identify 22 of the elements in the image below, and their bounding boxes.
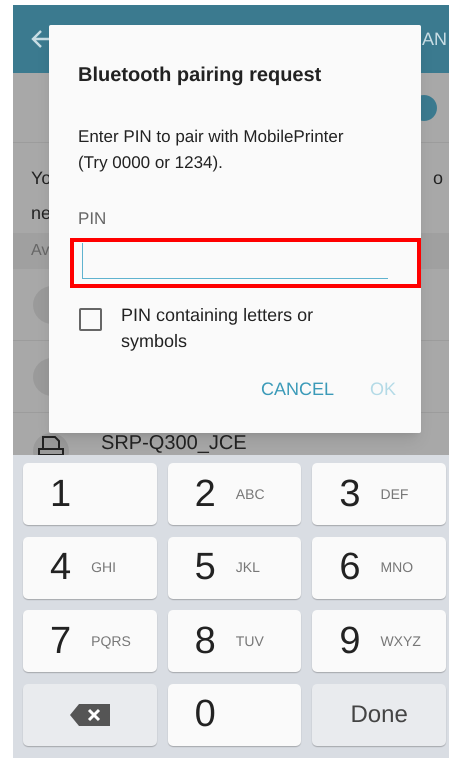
digit-key[interactable]: 5 JKL xyxy=(168,536,302,598)
digit-key[interactable]: 1 xyxy=(23,463,157,525)
digit-key[interactable]: 0 xyxy=(168,684,302,746)
digit-key[interactable]: 2 ABC xyxy=(168,463,302,525)
checkbox[interactable] xyxy=(79,308,102,330)
backspace-key[interactable] xyxy=(23,684,157,746)
section-header: Av xyxy=(31,241,50,261)
digit-key[interactable]: 3 DEF xyxy=(312,463,446,525)
field-label: PIN xyxy=(78,208,108,230)
digit-key[interactable]: 4 GHI xyxy=(23,536,157,598)
digit-key[interactable]: 8 TUV xyxy=(168,610,302,672)
digit-key[interactable]: 9 WXYZ xyxy=(312,610,446,672)
checkbox-label[interactable]: PIN containing letters or symbols xyxy=(121,302,381,354)
backspace-icon xyxy=(68,702,111,726)
description-text: o xyxy=(432,167,443,190)
pin-input-field[interactable] xyxy=(82,242,388,278)
dialog-title: Bluetooth pairing request xyxy=(78,63,322,88)
done-key[interactable]: Done xyxy=(312,684,446,746)
digit-key[interactable]: 6 MNO xyxy=(312,536,446,598)
dialog-message: Enter PIN to pair with MobilePrinter (Try 0000 or 1234). xyxy=(78,126,344,174)
digit-key[interactable]: 7 PQRS xyxy=(23,610,157,672)
device-name[interactable]: SRP-Q300_JCE xyxy=(101,433,247,453)
